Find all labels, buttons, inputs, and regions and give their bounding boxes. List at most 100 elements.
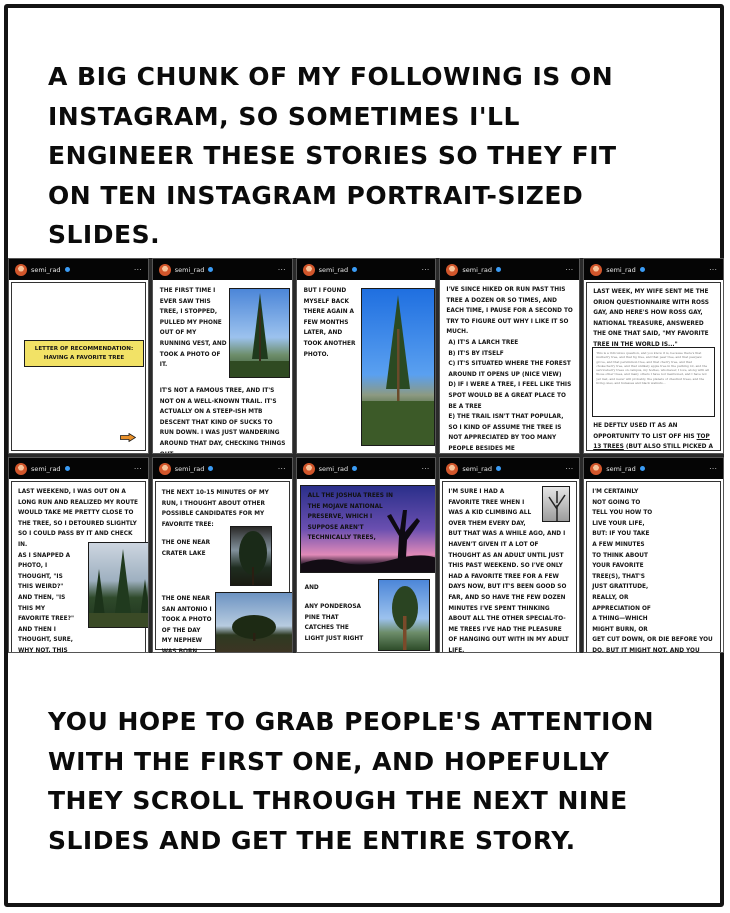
more-options-icon[interactable]: ⋯	[134, 265, 142, 274]
slide-body: I'm certainly not going to tell you how …	[586, 481, 721, 652]
username[interactable]: semi_rad	[462, 266, 492, 274]
slide-body: All the Joshua trees in the Mojave Natio…	[297, 479, 436, 652]
more-options-icon[interactable]: ⋯	[134, 464, 142, 473]
title-line-2: Having a favorite tree	[43, 354, 125, 361]
verified-badge-icon	[639, 267, 645, 272]
username[interactable]: semi_rad	[606, 266, 636, 274]
tree-photo	[360, 288, 435, 446]
avatar[interactable]	[15, 263, 27, 276]
avatar[interactable]	[590, 263, 603, 276]
avatar[interactable]	[158, 263, 171, 276]
slide-5[interactable]: semi_rad ⋯ Last week, my wife sent me th…	[583, 258, 724, 454]
san-antonio-tree-photo	[214, 592, 292, 652]
post-header: semi_rad ⋯	[440, 458, 580, 479]
candidate-1-text: The one near Crater Lake	[161, 540, 211, 557]
avatar[interactable]	[446, 462, 459, 475]
post-header: semi_rad ⋯	[9, 458, 148, 479]
childhood-tree-photo	[542, 486, 571, 522]
pine-tree-icon	[391, 586, 418, 650]
post-header: semi_rad ⋯	[9, 259, 148, 280]
reason-item: E) The trail isn't that popular, so I ki…	[448, 414, 564, 452]
post-header: semi_rad ⋯	[584, 458, 723, 479]
slide-intro: I've since hiked or run past this tree a…	[446, 287, 573, 336]
slide-body: The first time I ever saw this tree, I s…	[153, 280, 292, 453]
verified-badge-icon	[64, 466, 70, 471]
title-card: Letter of recommendation: Having a favor…	[24, 340, 144, 367]
more-options-icon[interactable]: ⋯	[565, 265, 573, 274]
caption-top: A big chunk of my following is on Instag…	[48, 62, 617, 249]
slide-text-b: It's not a famous tree, and it's not on …	[159, 388, 286, 453]
pine-tree-icon	[89, 549, 148, 627]
slide-body: Letter of recommendation: Having a favor…	[11, 282, 146, 451]
tree-icon	[231, 615, 276, 641]
tree-icon	[238, 531, 267, 585]
slide-1[interactable]: semi_rad ⋯ Letter of recommendation: Hav…	[8, 258, 149, 454]
post-header: semi_rad ⋯	[440, 259, 580, 280]
pine-tree-icon	[361, 295, 434, 445]
joshua-tree-photo: All the Joshua trees in the Mojave Natio…	[299, 485, 436, 573]
slide-2[interactable]: semi_rad ⋯ The first time I ever saw thi…	[151, 258, 293, 454]
verified-badge-icon	[495, 267, 501, 272]
slide-7[interactable]: semi_rad ⋯ The next 10-15 minutes of my …	[151, 457, 293, 653]
verified-badge-icon	[352, 466, 358, 471]
avatar[interactable]	[302, 263, 315, 276]
username[interactable]: semi_rad	[462, 465, 492, 473]
more-options-icon[interactable]: ⋯	[709, 265, 717, 274]
verified-badge-icon	[208, 267, 214, 272]
ross-gay-quote: This is a ridiculous question, and you k…	[592, 347, 715, 417]
slide-text-a: Last week, my wife sent me the Orion que…	[593, 289, 709, 348]
verified-badge-icon	[64, 267, 70, 272]
username[interactable]: semi_rad	[319, 465, 349, 473]
more-options-icon[interactable]: ⋯	[421, 265, 429, 274]
slide-text-a: The next 10-15 minutes of my run, I thou…	[161, 490, 269, 528]
avatar[interactable]	[302, 462, 315, 475]
verified-badge-icon	[208, 466, 214, 471]
username[interactable]: semi_rad	[606, 465, 636, 473]
slide-body: But I found myself back there again a fe…	[297, 280, 436, 453]
ponderosa-pine-photo	[377, 579, 430, 651]
bare-tree-icon	[548, 491, 566, 521]
slide-text-b: As I snapped a photo, I thought, "Is thi…	[18, 552, 74, 653]
avatar[interactable]	[15, 462, 27, 475]
reason-item: B) It's by itself	[448, 350, 504, 357]
slide-body: I'm sure I had a favorite tree when I wa…	[442, 481, 578, 652]
post-header: semi_rad ⋯	[152, 259, 292, 280]
username[interactable]: semi_rad	[31, 465, 61, 473]
reason-item: C) It's situated where the forest around…	[448, 361, 571, 378]
more-options-icon[interactable]: ⋯	[278, 464, 286, 473]
tree-photo	[88, 542, 148, 628]
arrow-right-icon[interactable]	[119, 433, 136, 442]
slide-body: The next 10-15 minutes of my run, I thou…	[154, 481, 292, 652]
username[interactable]: semi_rad	[175, 465, 205, 473]
slide-6[interactable]: semi_rad ⋯ Last weekend, I was out on a …	[8, 457, 149, 653]
slide-4[interactable]: semi_rad ⋯ I've since hiked or run past …	[439, 258, 581, 454]
username[interactable]: semi_rad	[175, 266, 205, 274]
avatar[interactable]	[158, 462, 171, 475]
slide-text-b: He deftly used it as an opportunity to l…	[593, 421, 716, 453]
more-options-icon[interactable]: ⋯	[565, 464, 573, 473]
title-line-1: Letter of recommendation:	[34, 345, 134, 352]
slide-body: Last week, my wife sent me the Orion que…	[586, 282, 721, 451]
avatar[interactable]	[590, 462, 603, 475]
slide-8[interactable]: semi_rad ⋯ All the Joshua trees in the M…	[295, 457, 437, 653]
verified-badge-icon	[495, 466, 501, 471]
slide-text-b: any Ponderosa pine that catches the ligh…	[304, 604, 364, 642]
more-options-icon[interactable]: ⋯	[278, 265, 286, 274]
username[interactable]: semi_rad	[31, 266, 61, 274]
avatar[interactable]	[446, 263, 459, 276]
more-options-icon[interactable]: ⋯	[709, 464, 717, 473]
float-spacer	[653, 611, 715, 635]
verified-badge-icon	[352, 267, 358, 272]
post-header: semi_rad ⋯	[296, 259, 436, 280]
slide-3[interactable]: semi_rad ⋯ But I found myself back there…	[295, 258, 437, 454]
tree-photo	[228, 288, 290, 378]
slide-body: I've since hiked or run past this tree a…	[440, 280, 579, 453]
post-header: semi_rad ⋯	[152, 458, 292, 479]
username[interactable]: semi_rad	[319, 266, 349, 274]
instagram-slide-grid: semi_rad ⋯ Letter of recommendation: Hav…	[8, 258, 724, 653]
slide-10[interactable]: semi_rad ⋯ I'm certainly not going to te…	[583, 457, 724, 653]
slide-text-a: But I found myself back there again a fe…	[303, 288, 356, 358]
crater-lake-tree-photo	[229, 526, 272, 586]
more-options-icon[interactable]: ⋯	[421, 464, 429, 473]
slide-9[interactable]: semi_rad ⋯ I'm sure I had a favorite tre…	[439, 457, 581, 653]
